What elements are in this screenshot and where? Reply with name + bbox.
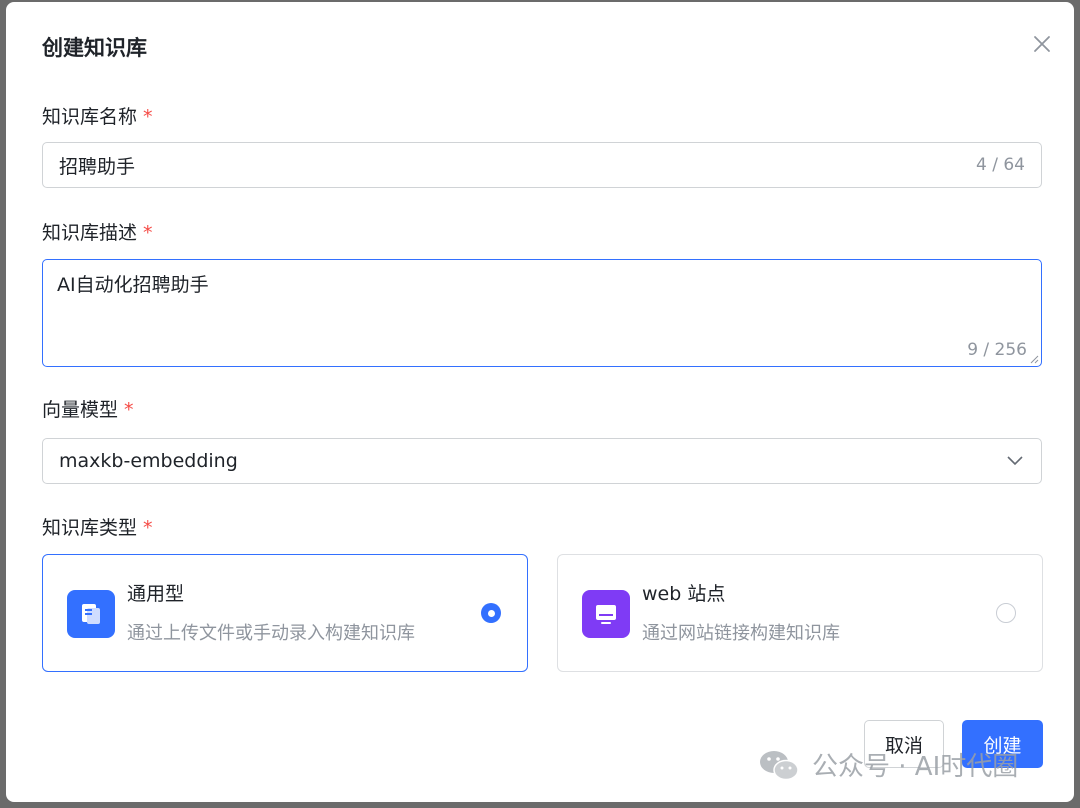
required-mark: *: [143, 106, 153, 128]
watermark: 公众号 · AI时代圈: [758, 746, 1018, 783]
wechat-icon: [760, 750, 799, 780]
create-knowledge-base-dialog: 创建知识库 知识库名称 * 招聘助手 4 / 64 知识库描述 * AI自动化招聘助…: [6, 2, 1074, 802]
type-label: 知识库类型 *: [42, 513, 153, 540]
model-select-value: maxkb-embedding: [59, 450, 238, 472]
type-option-title: web 站点: [642, 583, 726, 605]
name-input[interactable]: 招聘助手 4 / 64: [42, 142, 1042, 188]
description-char-count: 9 / 256: [967, 340, 1027, 360]
resize-handle-icon[interactable]: [1029, 354, 1039, 364]
dialog-title: 创建知识库: [42, 36, 147, 60]
description-label-text: 知识库描述: [42, 222, 138, 244]
name-label: 知识库名称 *: [42, 102, 153, 129]
type-option-title: 通用型: [127, 583, 185, 605]
model-label: 向量模型 *: [42, 395, 134, 422]
close-button[interactable]: [1030, 32, 1054, 56]
radio-selected[interactable]: [481, 603, 501, 623]
required-mark: *: [124, 399, 134, 421]
radio-unselected[interactable]: [996, 603, 1016, 623]
description-textarea[interactable]: AI自动化招聘助手 9 / 256: [42, 259, 1042, 367]
required-mark: *: [143, 517, 153, 539]
type-option-desc: 通过网站链接构建知识库: [642, 623, 840, 644]
type-label-text: 知识库类型: [42, 517, 138, 539]
type-option-general[interactable]: 通用型 通过上传文件或手动录入构建知识库: [42, 554, 528, 672]
chevron-down-icon: [1005, 451, 1025, 471]
type-option-desc: 通过上传文件或手动录入构建知识库: [127, 623, 415, 644]
model-label-text: 向量模型: [42, 399, 119, 421]
description-value: AI自动化招聘助手: [57, 274, 209, 296]
name-label-text: 知识库名称: [42, 106, 138, 128]
monitor-icon: [582, 590, 630, 638]
required-mark: *: [143, 222, 153, 244]
watermark-text: 公众号 · AI时代圈: [812, 752, 1019, 782]
document-icon: [67, 590, 115, 638]
close-icon: [1034, 36, 1050, 52]
description-label: 知识库描述 *: [42, 218, 153, 245]
name-char-count: 4 / 64: [976, 155, 1025, 175]
model-select[interactable]: maxkb-embedding: [42, 438, 1042, 484]
name-input-value: 招聘助手: [59, 155, 136, 178]
type-option-web[interactable]: web 站点 通过网站链接构建知识库: [557, 554, 1043, 672]
